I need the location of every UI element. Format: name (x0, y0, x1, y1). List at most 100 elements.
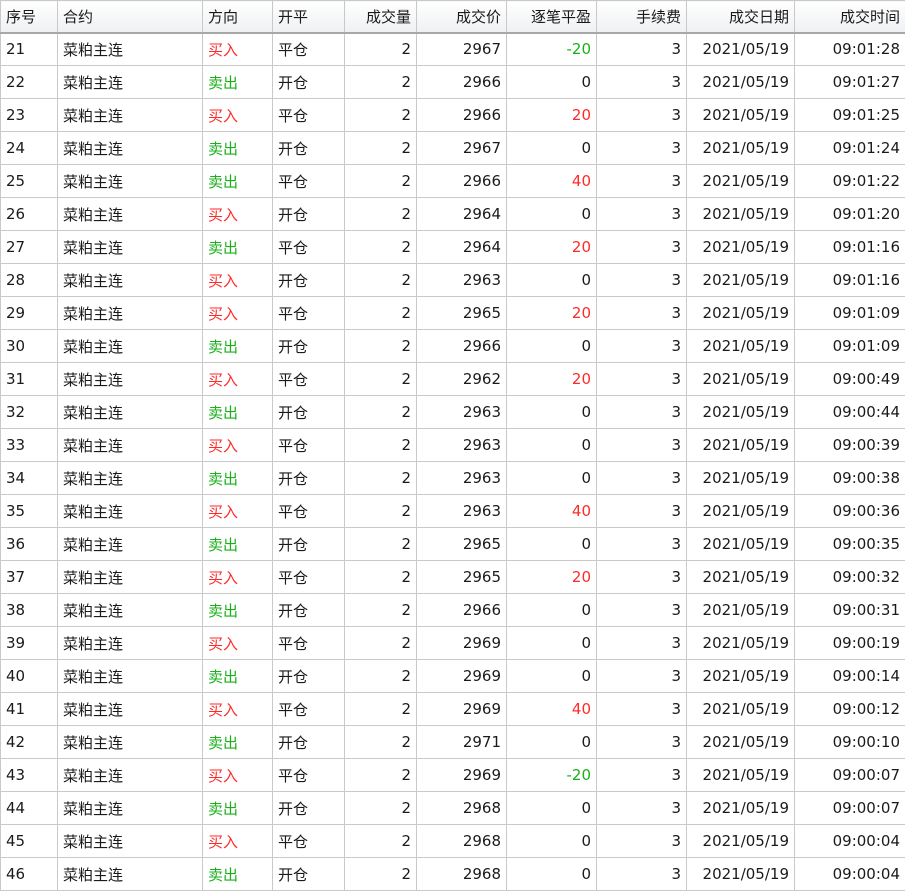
pnl-cell: 0 (506, 857, 597, 891)
column-header-price[interactable]: 成交价 (416, 0, 507, 34)
fee-cell: 3 (596, 527, 687, 561)
contract-cell: 菜粕主连 (57, 791, 203, 825)
seq-cell: 38 (0, 593, 58, 627)
table-row[interactable]: 38 菜粕主连 卖出 开仓 2 2966 0 3 2021/05/19 09:00:31 (0, 593, 905, 627)
pnl-cell: 0 (506, 659, 597, 693)
price-cell: 2966 (416, 98, 507, 132)
table-row[interactable]: 34 菜粕主连 卖出 开仓 2 2963 0 3 2021/05/19 09:00:38 (0, 461, 905, 495)
table-row[interactable]: 22 菜粕主连 卖出 开仓 2 2966 0 3 2021/05/19 09:01:27 (0, 65, 905, 99)
seq-cell: 33 (0, 428, 58, 462)
pnl-cell: 40 (506, 692, 597, 726)
price-cell: 2962 (416, 362, 507, 396)
column-header-volume[interactable]: 成交量 (344, 0, 417, 34)
table-row[interactable]: 46 菜粕主连 卖出 开仓 2 2968 0 3 2021/05/19 09:00:04 (0, 857, 905, 891)
volume-cell: 2 (344, 296, 417, 330)
seq-cell: 40 (0, 659, 58, 693)
direction-cell: 卖出 (202, 857, 273, 891)
date-cell: 2021/05/19 (686, 98, 795, 132)
table-row[interactable]: 37 菜粕主连 买入 平仓 2 2965 20 3 2021/05/19 09:00:32 (0, 560, 905, 594)
column-header-date[interactable]: 成交日期 (686, 0, 795, 34)
table-row[interactable]: 42 菜粕主连 卖出 开仓 2 2971 0 3 2021/05/19 09:00:10 (0, 725, 905, 759)
direction-cell: 买入 (202, 296, 273, 330)
date-cell: 2021/05/19 (686, 395, 795, 429)
time-cell: 09:01:24 (794, 131, 905, 165)
table-row[interactable]: 31 菜粕主连 买入 平仓 2 2962 20 3 2021/05/19 09:00:49 (0, 362, 905, 396)
date-cell: 2021/05/19 (686, 626, 795, 660)
date-cell: 2021/05/19 (686, 494, 795, 528)
table-row[interactable]: 39 菜粕主连 买入 平仓 2 2969 0 3 2021/05/19 09:00:19 (0, 626, 905, 660)
column-header-contract[interactable]: 合约 (57, 0, 203, 34)
time-cell: 09:01:28 (794, 32, 905, 66)
fee-cell: 3 (596, 560, 687, 594)
volume-cell: 2 (344, 428, 417, 462)
table-row[interactable]: 41 菜粕主连 买入 平仓 2 2969 40 3 2021/05/19 09:00:12 (0, 692, 905, 726)
pnl-cell: 40 (506, 494, 597, 528)
direction-cell: 买入 (202, 560, 273, 594)
table-row[interactable]: 26 菜粕主连 买入 开仓 2 2964 0 3 2021/05/19 09:01:20 (0, 197, 905, 231)
direction-cell: 买入 (202, 197, 273, 231)
column-header-time[interactable]: 成交时间 (794, 0, 905, 34)
table-row[interactable]: 36 菜粕主连 卖出 开仓 2 2965 0 3 2021/05/19 09:00:35 (0, 527, 905, 561)
table-row[interactable]: 30 菜粕主连 卖出 开仓 2 2966 0 3 2021/05/19 09:01:09 (0, 329, 905, 363)
date-cell: 2021/05/19 (686, 560, 795, 594)
table-row[interactable]: 27 菜粕主连 卖出 平仓 2 2964 20 3 2021/05/19 09:01:16 (0, 230, 905, 264)
price-cell: 2963 (416, 395, 507, 429)
table-row[interactable]: 43 菜粕主连 买入 平仓 2 2969 -20 3 2021/05/19 09:00:07 (0, 758, 905, 792)
table-row[interactable]: 21 菜粕主连 买入 平仓 2 2967 -20 3 2021/05/19 09:01:28 (0, 32, 905, 66)
table-row[interactable]: 45 菜粕主连 买入 平仓 2 2968 0 3 2021/05/19 09:00:04 (0, 824, 905, 858)
price-cell: 2966 (416, 164, 507, 198)
open-close-cell: 开仓 (272, 857, 345, 891)
volume-cell: 2 (344, 692, 417, 726)
contract-cell: 菜粕主连 (57, 263, 203, 297)
date-cell: 2021/05/19 (686, 692, 795, 726)
price-cell: 2965 (416, 560, 507, 594)
column-header-fee[interactable]: 手续费 (596, 0, 687, 34)
time-cell: 09:01:20 (794, 197, 905, 231)
volume-cell: 2 (344, 560, 417, 594)
table-row[interactable]: 40 菜粕主连 卖出 开仓 2 2969 0 3 2021/05/19 09:00:14 (0, 659, 905, 693)
time-cell: 09:00:07 (794, 758, 905, 792)
open-close-cell: 平仓 (272, 164, 345, 198)
table-row[interactable]: 25 菜粕主连 卖出 平仓 2 2966 40 3 2021/05/19 09:01:22 (0, 164, 905, 198)
seq-cell: 29 (0, 296, 58, 330)
table-row[interactable]: 33 菜粕主连 买入 平仓 2 2963 0 3 2021/05/19 09:00:39 (0, 428, 905, 462)
open-close-cell: 平仓 (272, 494, 345, 528)
price-cell: 2963 (416, 461, 507, 495)
column-header-pnl[interactable]: 逐笔平盈 (506, 0, 597, 34)
table-row[interactable]: 28 菜粕主连 买入 开仓 2 2963 0 3 2021/05/19 09:01:16 (0, 263, 905, 297)
price-cell: 2965 (416, 527, 507, 561)
table-row[interactable]: 44 菜粕主连 卖出 开仓 2 2968 0 3 2021/05/19 09:00:07 (0, 791, 905, 825)
fee-cell: 3 (596, 263, 687, 297)
direction-cell: 卖出 (202, 131, 273, 165)
seq-cell: 24 (0, 131, 58, 165)
column-header-seq[interactable]: 序号 (0, 0, 58, 34)
table-row[interactable]: 23 菜粕主连 买入 平仓 2 2966 20 3 2021/05/19 09:01:25 (0, 98, 905, 132)
seq-cell: 23 (0, 98, 58, 132)
table-row[interactable]: 24 菜粕主连 卖出 开仓 2 2967 0 3 2021/05/19 09:01:24 (0, 131, 905, 165)
volume-cell: 2 (344, 197, 417, 231)
contract-cell: 菜粕主连 (57, 329, 203, 363)
fee-cell: 3 (596, 791, 687, 825)
fee-cell: 3 (596, 824, 687, 858)
contract-cell: 菜粕主连 (57, 428, 203, 462)
date-cell: 2021/05/19 (686, 362, 795, 396)
seq-cell: 39 (0, 626, 58, 660)
table-row[interactable]: 32 菜粕主连 卖出 开仓 2 2963 0 3 2021/05/19 09:00:44 (0, 395, 905, 429)
fee-cell: 3 (596, 197, 687, 231)
pnl-cell: 0 (506, 626, 597, 660)
fee-cell: 3 (596, 329, 687, 363)
seq-cell: 34 (0, 461, 58, 495)
seq-cell: 32 (0, 395, 58, 429)
column-header-direction[interactable]: 方向 (202, 0, 273, 34)
seq-cell: 22 (0, 65, 58, 99)
volume-cell: 2 (344, 461, 417, 495)
date-cell: 2021/05/19 (686, 791, 795, 825)
table-row[interactable]: 29 菜粕主连 买入 平仓 2 2965 20 3 2021/05/19 09:01:09 (0, 296, 905, 330)
fee-cell: 3 (596, 659, 687, 693)
date-cell: 2021/05/19 (686, 461, 795, 495)
pnl-cell: 0 (506, 791, 597, 825)
contract-cell: 菜粕主连 (57, 659, 203, 693)
pnl-cell: 0 (506, 527, 597, 561)
column-header-open-close[interactable]: 开平 (272, 0, 345, 34)
table-row[interactable]: 35 菜粕主连 买入 平仓 2 2963 40 3 2021/05/19 09:00:36 (0, 494, 905, 528)
